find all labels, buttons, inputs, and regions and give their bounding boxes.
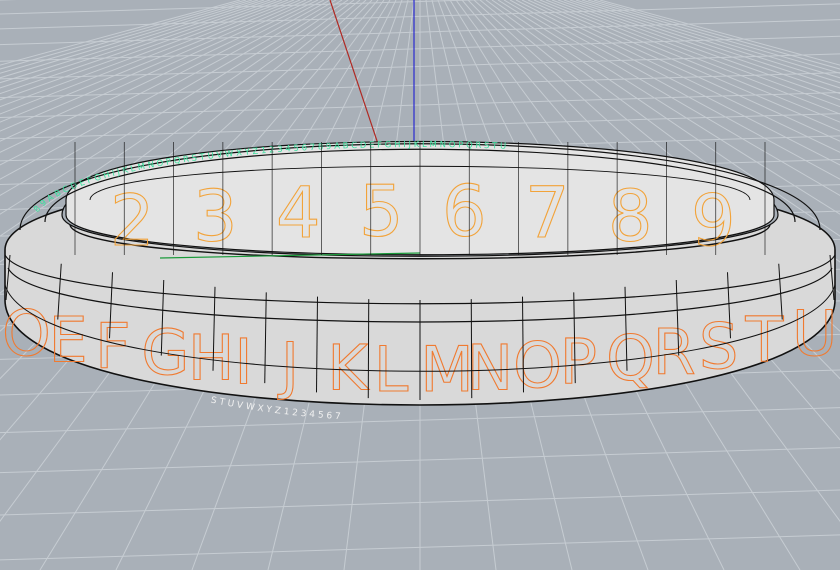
outer-band-letter: M <box>420 333 474 406</box>
outer-band-letter: E <box>48 304 87 377</box>
inner-band-numeral: 5 <box>359 170 404 252</box>
outer-band-letter: O <box>513 329 562 402</box>
outer-band-letter: R <box>653 316 696 389</box>
ring-model[interactable]: 23456789 8 9 A B C D E F G H I J K L M N… <box>1 140 837 422</box>
outer-band-letter: K <box>327 332 369 405</box>
inner-band-numeral: 9 <box>691 180 736 262</box>
outer-band-letter: I <box>234 326 252 399</box>
outer-band-letter: G <box>141 316 189 389</box>
outer-band-letter: F <box>95 310 131 383</box>
scene-canvas[interactable]: 23456789 8 9 A B C D E F G H I J K L M N… <box>0 0 840 570</box>
wire-isoparm <box>470 299 473 399</box>
inner-band-numeral: 3 <box>193 176 238 258</box>
wire-isoparm <box>367 299 370 399</box>
inner-band-numeral: 6 <box>442 170 487 252</box>
outer-band-letter: T <box>745 304 785 377</box>
outer-band-letter: O <box>2 297 51 370</box>
outer-band-letter: N <box>467 332 513 405</box>
outer-band-letter: S <box>699 310 738 383</box>
inner-band-numeral: 8 <box>608 176 653 258</box>
outer-band-letter: J <box>277 329 299 402</box>
outer-band-letter: P <box>560 326 597 399</box>
outer-band-letter: L <box>374 333 409 406</box>
outer-band-letter: U <box>792 297 837 370</box>
inner-band-numeral: 2 <box>110 180 155 262</box>
inner-band-numeral: 7 <box>525 172 570 254</box>
inner-band-numeral: 4 <box>276 172 321 254</box>
perspective-viewport[interactable]: 23456789 8 9 A B C D E F G H I J K L M N… <box>0 0 840 570</box>
